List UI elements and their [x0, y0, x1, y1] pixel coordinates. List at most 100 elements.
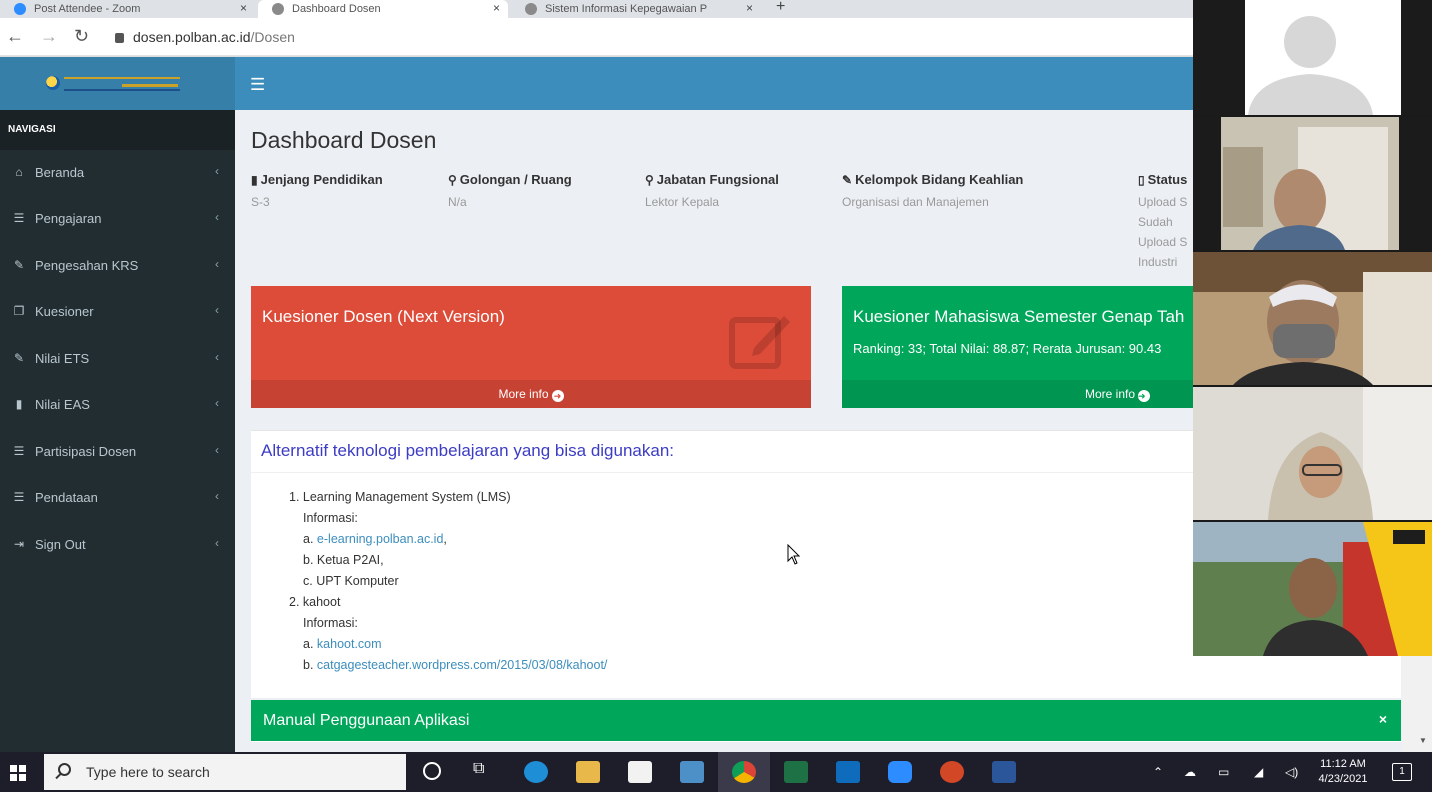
edit-icon	[729, 316, 790, 369]
chrome-icon[interactable]	[732, 761, 756, 783]
sidebar-item-nilai-ets[interactable]: ✎ Nilai ETS ‹	[0, 336, 235, 382]
list-item: b. catgagesteacher.wordpress.com/2015/03…	[289, 655, 607, 676]
url-path: /Dosen	[250, 29, 295, 45]
battery-icon[interactable]: ▭	[1218, 765, 1229, 779]
info-kelompok-bidang-keahlian: ✎ Kelompok Bidang Keahlian Organisasi dan…	[842, 172, 1102, 209]
list-item: Informasi:	[303, 616, 358, 630]
store-icon[interactable]	[628, 761, 652, 783]
participant-video[interactable]	[1193, 117, 1432, 250]
mouse-cursor-icon	[787, 544, 801, 565]
windows-taskbar: Type here to search ⧉ ⌃ ☁ ▭ ◢ ◁) 11:12 A…	[0, 752, 1432, 792]
chevron-left-icon: ‹	[215, 443, 219, 457]
new-tab-icon[interactable]: +	[776, 0, 785, 16]
edit-icon: ✎	[13, 351, 25, 365]
remote-desktop-icon[interactable]	[680, 761, 704, 783]
close-tab-icon[interactable]: ×	[240, 1, 247, 15]
copy-icon: ❐	[13, 304, 25, 318]
sidebar-item-kuesioner[interactable]: ❐ Kuesioner ‹	[0, 289, 235, 335]
file-explorer-icon[interactable]	[576, 761, 600, 783]
more-info-label: More info	[1085, 387, 1136, 401]
info-label: Jenjang Pendidikan	[260, 172, 383, 187]
chevron-up-icon[interactable]: ⌃	[1153, 765, 1163, 779]
chevron-left-icon: ‹	[215, 164, 219, 178]
sidebar-item-pengajaran[interactable]: ☰ Pengajaran ‹	[0, 196, 235, 242]
task-view-icon[interactable]: ⧉	[473, 760, 484, 778]
scroll-down-icon[interactable]: ▼	[1419, 736, 1427, 745]
browser-tab-kepegawaian[interactable]: Sistem Informasi Kepegawaian P ×	[511, 0, 761, 18]
list-prefix: a.	[303, 637, 314, 651]
chevron-left-icon: ‹	[215, 396, 219, 410]
zoom-icon[interactable]	[888, 761, 912, 783]
cloud-icon[interactable]: ☁	[1184, 765, 1196, 779]
list-item: c. UPT Komputer	[303, 574, 399, 588]
sidebar-item-label: Pengajaran	[35, 211, 102, 226]
chevron-left-icon: ‹	[215, 536, 219, 550]
logo-wordmark	[64, 77, 180, 91]
file-icon: ▯	[1138, 173, 1145, 187]
kuesioner-dosen-box: Kuesioner Dosen (Next Version) More info…	[251, 286, 811, 408]
back-arrow-icon[interactable]: ←	[6, 26, 24, 47]
sidebar-item-pendataan[interactable]: ☰ Pendataan ‹	[0, 475, 235, 521]
taskbar-search-input[interactable]: Type here to search	[44, 754, 406, 790]
url-host: dosen.polban.ac.id	[133, 29, 251, 45]
sidebar-item-nilai-eas[interactable]: ▮ Nilai EAS ‹	[0, 382, 235, 428]
sidebar-header: NAVIGASI	[0, 110, 235, 150]
chevron-left-icon: ‹	[215, 350, 219, 364]
kahoot-link[interactable]: kahoot.com	[317, 637, 382, 651]
wordpress-kahoot-link[interactable]: catgagesteacher.wordpress.com/2015/03/08…	[317, 658, 607, 672]
list-suffix: ,	[443, 532, 447, 546]
tab-title: Sistem Informasi Kepegawaian P	[545, 3, 708, 15]
edit-icon: ✎	[13, 258, 25, 272]
list-item: 2. kahoot	[289, 595, 341, 609]
sidebar-item-label: Partisipasi Dosen	[35, 444, 137, 459]
reload-icon[interactable]: ↻	[74, 26, 89, 47]
elearning-link[interactable]: e-learning.polban.ac.id	[317, 532, 443, 546]
list-item: b. Ketua P2AI,	[303, 553, 384, 567]
forward-arrow-icon[interactable]: →	[40, 26, 58, 47]
sidebar-item-partisipasi-dosen[interactable]: ☰ Partisipasi Dosen ‹	[0, 429, 235, 475]
cortana-icon[interactable]	[423, 762, 441, 780]
manual-penggunaan-panel[interactable]: Manual Penggunaan Aplikasi ×	[251, 700, 1401, 742]
sidebar-item-label: Nilai EAS	[35, 397, 90, 412]
chevron-left-icon: ‹	[215, 210, 219, 224]
powerpoint-icon[interactable]	[940, 761, 964, 783]
network-icon[interactable]: ◢	[1254, 765, 1263, 779]
sidebar-item-sign-out[interactable]: ⇥ Sign Out ‹	[0, 522, 235, 568]
sidebar-item-beranda[interactable]: ⌂ Beranda ‹	[0, 150, 235, 196]
volume-icon[interactable]: ◁)	[1285, 765, 1298, 779]
panel-title: Alternatif teknologi pembelajaran yang b…	[261, 441, 674, 460]
participant-video[interactable]	[1193, 522, 1432, 656]
list-icon: ☰	[13, 444, 25, 458]
taskbar-clock[interactable]: 11:12 AM 4/23/2021	[1314, 757, 1372, 787]
edge-icon[interactable]	[524, 761, 548, 783]
sidebar-item-pengesahan-krs[interactable]: ✎ Pengesahan KRS ‹	[0, 243, 235, 289]
close-icon[interactable]: ×	[1379, 711, 1387, 727]
participant-video[interactable]	[1193, 387, 1432, 520]
book-icon: ▮	[15, 397, 23, 411]
sidebar-item-label: Pengesahan KRS	[35, 258, 139, 273]
browser-tab-zoom[interactable]: Post Attendee - Zoom ×	[0, 0, 255, 18]
sidebar-item-label: Sign Out	[35, 537, 86, 552]
info-label: Jabatan Fungsional	[656, 172, 779, 187]
participant-video-avatar[interactable]	[1193, 0, 1432, 115]
sign-out-icon: ⇥	[13, 537, 25, 551]
participant-video[interactable]	[1193, 252, 1432, 385]
url-field[interactable]: dosen.polban.ac.id/Dosen	[115, 29, 295, 45]
more-info-link[interactable]: More info ➜	[251, 380, 811, 408]
list-item: 1. Learning Management System (LMS)	[289, 490, 511, 504]
outlook-icon[interactable]	[836, 761, 860, 783]
logo[interactable]	[0, 57, 235, 110]
clock-date: 4/23/2021	[1318, 773, 1368, 785]
word-icon[interactable]	[992, 761, 1016, 783]
windows-start-icon[interactable]	[10, 765, 26, 781]
notification-center-icon[interactable]: 1	[1392, 763, 1412, 781]
box-subtitle: Ranking: 33; Total Nilai: 88.87; Rerata …	[853, 341, 1162, 356]
pencil-icon: ✎	[842, 173, 853, 187]
panel-title: Manual Penggunaan Aplikasi	[263, 712, 470, 729]
browser-tab-dashboard[interactable]: Dashboard Dosen ×	[258, 0, 508, 18]
excel-icon[interactable]	[784, 761, 808, 783]
close-tab-icon[interactable]: ×	[746, 1, 753, 15]
list-item: a. e-learning.polban.ac.id,	[289, 529, 607, 550]
close-tab-icon[interactable]: ×	[493, 1, 500, 15]
hamburger-icon[interactable]: ☰	[250, 75, 265, 95]
